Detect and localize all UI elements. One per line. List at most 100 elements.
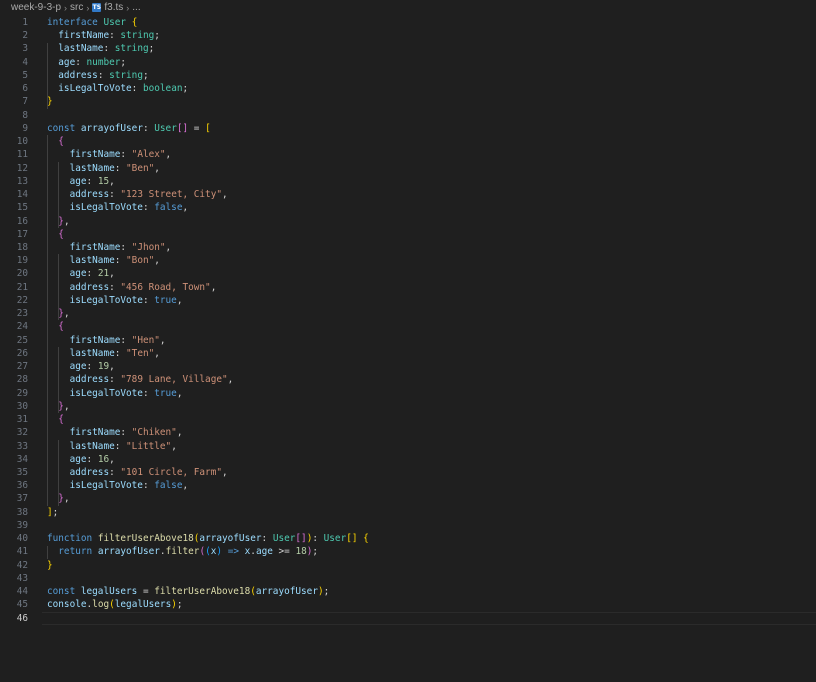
code-line[interactable]: 21 address: "456 Road, Town", [0, 281, 816, 294]
code-line[interactable]: 19 lastName: "Bon", [0, 254, 816, 267]
line-number: 36 [16, 480, 28, 492]
code-token: { [47, 321, 64, 333]
code-text: lastName: "Ten", [47, 347, 160, 360]
code-line[interactable]: 7} [0, 95, 816, 108]
code-token: string [109, 69, 143, 81]
code-line[interactable]: 36 isLegalToVote: false, [0, 479, 816, 492]
code-token: : [109, 189, 121, 201]
code-line[interactable]: 10 { [0, 135, 816, 148]
code-line[interactable]: 8 [0, 109, 816, 122]
code-token: } [47, 400, 64, 412]
code-line[interactable]: 28 address: "789 Lane, Village", [0, 373, 816, 386]
code-line[interactable]: 26 lastName: "Ten", [0, 347, 816, 360]
code-line[interactable]: 37 }, [0, 492, 816, 505]
code-line[interactable]: 6 isLegalToVote: boolean; [0, 82, 816, 95]
code-token: ; [182, 83, 189, 95]
code-token: User [103, 17, 132, 28]
line-number: 40 [16, 533, 28, 545]
code-token: , [63, 493, 70, 505]
code-line[interactable]: 16 }, [0, 215, 816, 228]
line-number: 17 [16, 228, 28, 240]
code-line[interactable]: 44 const legalUsers = filterUserAbove18(a… [0, 585, 816, 598]
code-token: age [47, 268, 87, 280]
code-token: "Bon" [126, 255, 155, 267]
code-line[interactable]: 31 { [0, 413, 816, 426]
code-line[interactable]: 41 return arrayofUser.filter((x) => x.ag… [0, 545, 816, 558]
code-line[interactable]: 35 address: "101 Circle, Farm", [0, 466, 816, 479]
code-line[interactable]: 13 age: 15, [0, 175, 816, 188]
code-line[interactable]: 3 lastName: string; [0, 42, 816, 55]
code-line[interactable]: 40 function filterUserAbove18(arrayofUser… [0, 532, 816, 545]
line-number: 3 [22, 43, 28, 55]
code-line[interactable]: 22 isLegalToVote: true, [0, 294, 816, 307]
code-line[interactable]: 1 interface User { [0, 16, 816, 29]
code-token: true [154, 294, 177, 306]
code-text: isLegalToVote: true, [47, 294, 183, 307]
code-token: age [47, 56, 76, 68]
code-token: : [75, 56, 87, 68]
code-editor[interactable]: 1 interface User {2 firstName: string; 3 l… [0, 16, 816, 626]
code-text: }, [47, 307, 70, 320]
code-line[interactable]: 20 age: 21, [0, 267, 816, 280]
line-number: 2 [22, 30, 28, 42]
code-line[interactable]: 39 [0, 519, 816, 532]
code-token: lastName [47, 440, 115, 452]
code-line[interactable]: 24 { [0, 320, 816, 333]
code-line[interactable]: 11 firstName: "Alex", [0, 148, 816, 161]
code-token: arrayofUser [97, 546, 160, 558]
code-token: string [114, 43, 149, 55]
code-line[interactable]: 25 firstName: "Hen", [0, 334, 816, 347]
code-line[interactable]: 30 }, [0, 400, 816, 413]
code-token: : [103, 43, 115, 55]
code-token: return [47, 546, 98, 558]
code-line[interactable]: 2 firstName: string; [0, 29, 816, 42]
code-token: console [47, 599, 87, 611]
line-number: 46 [16, 612, 28, 624]
code-line[interactable]: 29 isLegalToVote: true, [0, 387, 816, 400]
code-token: , [63, 308, 70, 320]
code-line[interactable]: 17 { [0, 228, 816, 241]
code-token: "Alex" [131, 149, 166, 161]
code-text: isLegalToVote: false, [47, 479, 189, 492]
breadcrumb-symbols[interactable]: ... [132, 2, 140, 13]
code-line[interactable]: 38]; [0, 506, 816, 519]
code-line[interactable]: 5 address: string; [0, 69, 816, 82]
code-line[interactable]: 42} [0, 559, 816, 572]
code-token: address [47, 466, 110, 478]
code-line[interactable]: 32 firstName: "Chiken", [0, 426, 816, 439]
code-line[interactable]: 12 lastName: "Ben", [0, 162, 816, 175]
code-token: "Ten" [126, 347, 155, 359]
code-line[interactable]: 4 age: number; [0, 56, 816, 69]
code-line[interactable]: 33 lastName: "Little", [0, 440, 816, 453]
breadcrumb-subfolder[interactable]: src [70, 2, 83, 13]
code-line[interactable]: 14 address: "123 Street, City", [0, 188, 816, 201]
line-number: 26 [16, 347, 28, 359]
code-token: : [109, 30, 121, 42]
code-line[interactable]: 45 console.log(legalUsers); [0, 598, 816, 611]
breadcrumb-folder[interactable]: week-9-3-p [11, 2, 61, 13]
breadcrumb-file[interactable]: TS f3.ts [92, 2, 123, 13]
code-token: filterUserAbove18 [97, 533, 194, 545]
code-line[interactable]: 15 isLegalToVote: false, [0, 201, 816, 214]
code-line[interactable]: 46 [0, 611, 816, 626]
code-text: function filterUserAbove18(arrayofUser: … [47, 532, 369, 545]
line-number: 11 [16, 149, 28, 161]
code-line[interactable]: 18 firstName: "Jhon", [0, 241, 816, 254]
code-token: ; [120, 56, 127, 68]
code-text: address: "101 Circle, Farm", [47, 466, 228, 479]
code-token: 19 [97, 361, 110, 373]
code-line[interactable]: 27 age: 19, [0, 360, 816, 373]
code-token: "101 Circle, Farm" [120, 466, 222, 478]
code-line[interactable]: 34 age: 16, [0, 453, 816, 466]
line-number: 29 [16, 387, 28, 399]
code-line[interactable]: 43 [0, 572, 816, 585]
line-number: 31 [16, 414, 28, 426]
code-token: : [86, 268, 98, 280]
code-token: , [171, 440, 177, 452]
line-number: 33 [16, 440, 28, 452]
code-text: age: 15, [47, 175, 115, 188]
line-number: 41 [16, 546, 28, 558]
line-number: 27 [16, 361, 28, 373]
code-line[interactable]: 23 }, [0, 307, 816, 320]
code-line[interactable]: 9 const arrayofUser: User[] = [ [0, 122, 816, 135]
